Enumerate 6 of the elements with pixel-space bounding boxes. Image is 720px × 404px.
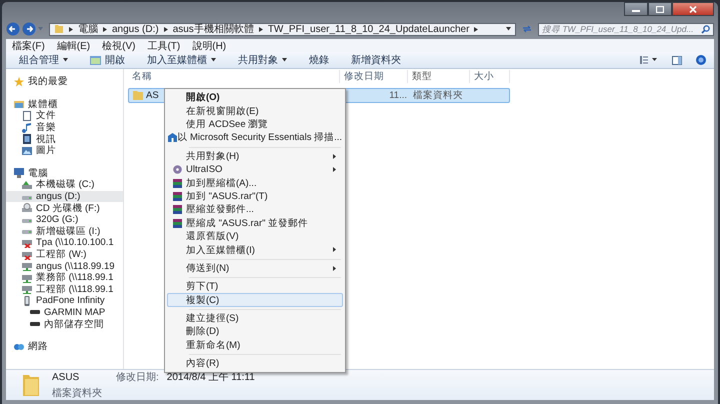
file-date: 11... — [388, 90, 408, 101]
date-label: 修改日期: — [116, 370, 159, 384]
item-type: 檔案資料夾 — [52, 386, 103, 400]
file-type: 檔案資料夾 — [412, 89, 464, 102]
file-name: AS — [146, 90, 159, 101]
item-name: ASUS — [52, 372, 80, 382]
